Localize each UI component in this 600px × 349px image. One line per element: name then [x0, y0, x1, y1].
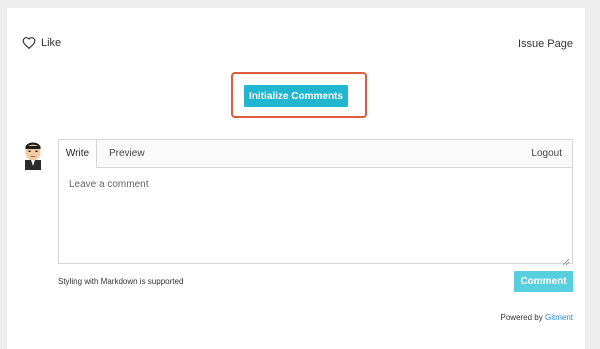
- powered-by: Powered by Gitment: [501, 313, 574, 322]
- logout-link[interactable]: Logout: [531, 140, 562, 168]
- markdown-note: Styling with Markdown is supported: [58, 277, 184, 286]
- like-label: Like: [41, 36, 62, 49]
- page-gutter: [585, 0, 600, 349]
- initialize-comments-button[interactable]: Initialize Comments: [244, 85, 348, 107]
- powered-by-label: Powered by: [500, 313, 543, 322]
- tab-write[interactable]: Write: [59, 140, 97, 168]
- like-button[interactable]: Like: [22, 36, 61, 49]
- resize-grip-icon[interactable]: [562, 253, 570, 266]
- gitment-link[interactable]: Gitment: [545, 313, 573, 322]
- editor-header: Write Preview Logout: [59, 140, 572, 168]
- avatar: [20, 140, 46, 170]
- comment-button[interactable]: Comment: [514, 271, 573, 292]
- comment-editor: Write Preview Logout: [58, 139, 573, 266]
- comment-input[interactable]: [59, 168, 572, 263]
- tab-preview[interactable]: Preview: [109, 140, 145, 168]
- issue-page-link[interactable]: Issue Page: [518, 38, 573, 50]
- heart-icon: [22, 36, 36, 49]
